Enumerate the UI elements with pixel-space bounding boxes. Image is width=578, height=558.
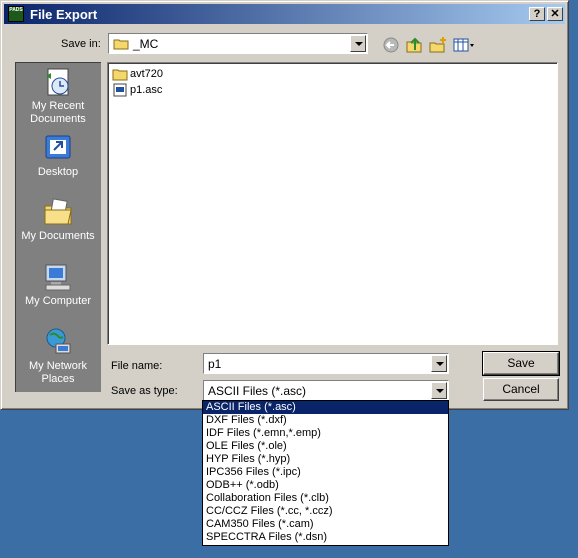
back-icon[interactable]: [382, 36, 402, 54]
place-label: My Computer: [24, 295, 92, 307]
dropdown-option[interactable]: SPECCTRA Files (*.dsn): [203, 531, 448, 544]
save-in-combo[interactable]: _MC: [108, 33, 368, 54]
place-my-documents[interactable]: My Documents: [15, 196, 101, 243]
up-folder-icon[interactable]: [405, 36, 425, 54]
save-as-type-label: Save as type:: [111, 385, 178, 397]
save-as-type-value: ASCII Files (*.asc): [208, 384, 307, 398]
place-my-network-places[interactable]: My Network Places: [15, 326, 101, 386]
file-name-label: File name:: [111, 360, 163, 372]
save-button[interactable]: Save: [482, 351, 560, 376]
dropdown-option[interactable]: OLE Files (*.ole): [203, 440, 448, 453]
dropdown-option[interactable]: IDF Files (*.emn,*.emp): [203, 427, 448, 440]
dropdown-option[interactable]: ODB++ (*.odb): [203, 479, 448, 492]
save-in-value: _MC: [133, 37, 159, 51]
dropdown-option[interactable]: CC/CCZ Files (*.cc, *.ccz): [203, 505, 448, 518]
dropdown-option[interactable]: DXF Files (*.dxf): [203, 414, 448, 427]
file-export-dialog: PADS File Export ? ✕ Save in: _MC My Rec…: [0, 0, 569, 410]
view-menu-icon[interactable]: [452, 36, 476, 54]
place-label: My Recent Documents: [30, 100, 86, 125]
dropdown-option[interactable]: IPC356 Files (*.ipc): [203, 466, 448, 479]
close-button[interactable]: ✕: [547, 7, 563, 21]
dropdown-option[interactable]: Collaboration Files (*.clb): [203, 492, 448, 505]
place-label: Desktop: [37, 166, 79, 178]
cancel-button[interactable]: Cancel: [483, 378, 559, 401]
places-bar: My Recent Documents Desktop My Documents: [15, 62, 101, 392]
file-name-combo[interactable]: p1: [203, 353, 449, 374]
place-my-computer[interactable]: My Computer: [15, 261, 101, 308]
folder-icon: [113, 39, 129, 50]
save-as-type-dropdown-list[interactable]: ASCII Files (*.asc) DXF Files (*.dxf) ID…: [202, 400, 449, 546]
dropdown-option[interactable]: CAM350 Files (*.cam): [203, 518, 448, 531]
place-label: My Network Places: [28, 360, 88, 385]
save-in-dropdown-button[interactable]: [350, 35, 366, 52]
place-my-recent-documents[interactable]: My Recent Documents: [15, 66, 101, 126]
place-label: My Documents: [21, 230, 95, 242]
folder-icon: [112, 69, 128, 81]
pads-app-icon: PADS: [8, 6, 24, 22]
my-computer-icon: [45, 264, 71, 291]
save-as-type-combo[interactable]: ASCII Files (*.asc): [203, 380, 449, 401]
asc-file-icon: [113, 83, 127, 97]
dropdown-option[interactable]: HYP Files (*.hyp): [203, 453, 448, 466]
file-name-dropdown-button[interactable]: [431, 355, 447, 372]
window-title: File Export: [30, 7, 98, 22]
save-as-type-dropdown-button[interactable]: [431, 382, 447, 399]
help-button[interactable]: ?: [529, 7, 545, 21]
recent-documents-icon: [46, 68, 69, 96]
my-documents-icon: [44, 198, 72, 225]
place-desktop[interactable]: Desktop: [15, 132, 101, 179]
desktop-icon: [45, 135, 71, 159]
new-folder-icon[interactable]: [428, 36, 448, 54]
save-in-label: Save in:: [61, 38, 101, 50]
file-name-text: p1.asc: [130, 84, 163, 96]
dropdown-option[interactable]: ASCII Files (*.asc): [203, 401, 448, 414]
list-item[interactable]: p1.asc: [112, 82, 162, 98]
title-bar[interactable]: PADS File Export ? ✕: [4, 4, 565, 24]
list-item[interactable]: avt720: [112, 66, 163, 82]
network-places-icon: [46, 328, 71, 354]
file-name-input[interactable]: p1: [208, 357, 221, 371]
file-list[interactable]: avt720 p1.asc: [107, 62, 558, 345]
file-name-text: avt720: [130, 68, 164, 80]
